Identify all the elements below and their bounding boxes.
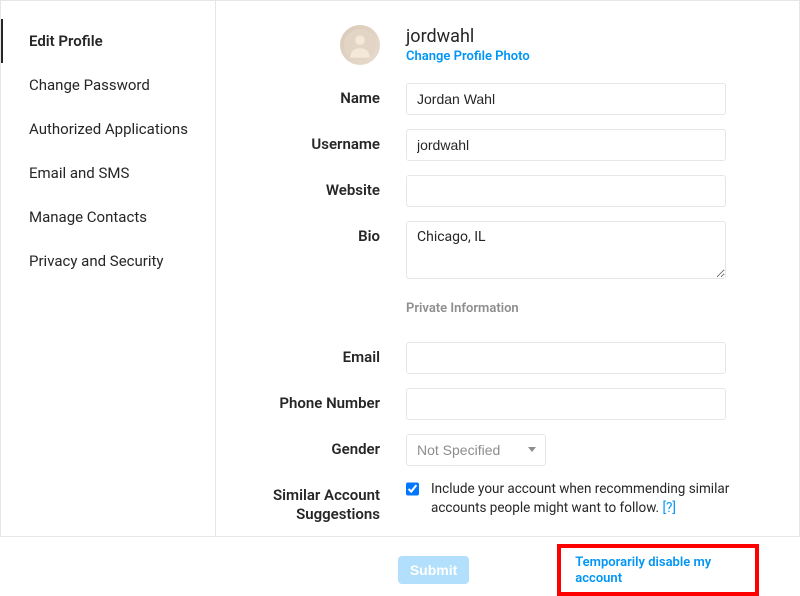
private-information-heading: Private Information: [406, 301, 726, 316]
similar-suggestions-label: Similar Account Suggestions: [226, 480, 406, 524]
disable-account-highlight: Temporarily disable my account: [557, 544, 759, 596]
gender-label: Gender: [226, 434, 406, 459]
email-input[interactable]: [406, 342, 726, 374]
temporarily-disable-account-link[interactable]: Temporarily disable my account: [575, 555, 711, 586]
similar-suggestions-text: Include your account when recommending s…: [431, 480, 746, 518]
avatar[interactable]: [340, 25, 380, 65]
website-input[interactable]: [406, 175, 726, 207]
avatar-image: [344, 29, 376, 61]
bio-input[interactable]: [406, 221, 726, 279]
change-profile-photo-link[interactable]: Change Profile Photo: [406, 49, 530, 64]
phone-input[interactable]: [406, 388, 726, 420]
sidebar-item-privacy-security[interactable]: Privacy and Security: [1, 239, 215, 283]
name-input[interactable]: [406, 83, 726, 115]
name-label: Name: [226, 83, 406, 108]
sidebar-item-edit-profile[interactable]: Edit Profile: [1, 19, 215, 63]
sidebar-item-change-password[interactable]: Change Password: [1, 63, 215, 107]
website-label: Website: [226, 175, 406, 200]
username-heading: jordwahl: [406, 26, 530, 48]
similar-help-link[interactable]: [?]: [662, 500, 676, 516]
bio-label: Bio: [226, 221, 406, 246]
email-label: Email: [226, 342, 406, 367]
sidebar-item-authorized-applications[interactable]: Authorized Applications: [1, 107, 215, 151]
sidebar-item-manage-contacts[interactable]: Manage Contacts: [1, 195, 215, 239]
username-label: Username: [226, 129, 406, 154]
similar-suggestions-checkbox[interactable]: [406, 482, 419, 496]
sidebar-item-email-sms[interactable]: Email and SMS: [1, 151, 215, 195]
settings-sidebar: Edit Profile Change Password Authorized …: [1, 1, 216, 536]
submit-button[interactable]: Submit: [398, 556, 469, 584]
phone-label: Phone Number: [226, 388, 406, 413]
gender-select[interactable]: Not Specified: [406, 434, 546, 466]
username-input[interactable]: [406, 129, 726, 161]
edit-profile-form: jordwahl Change Profile Photo Name Usern…: [216, 1, 799, 536]
